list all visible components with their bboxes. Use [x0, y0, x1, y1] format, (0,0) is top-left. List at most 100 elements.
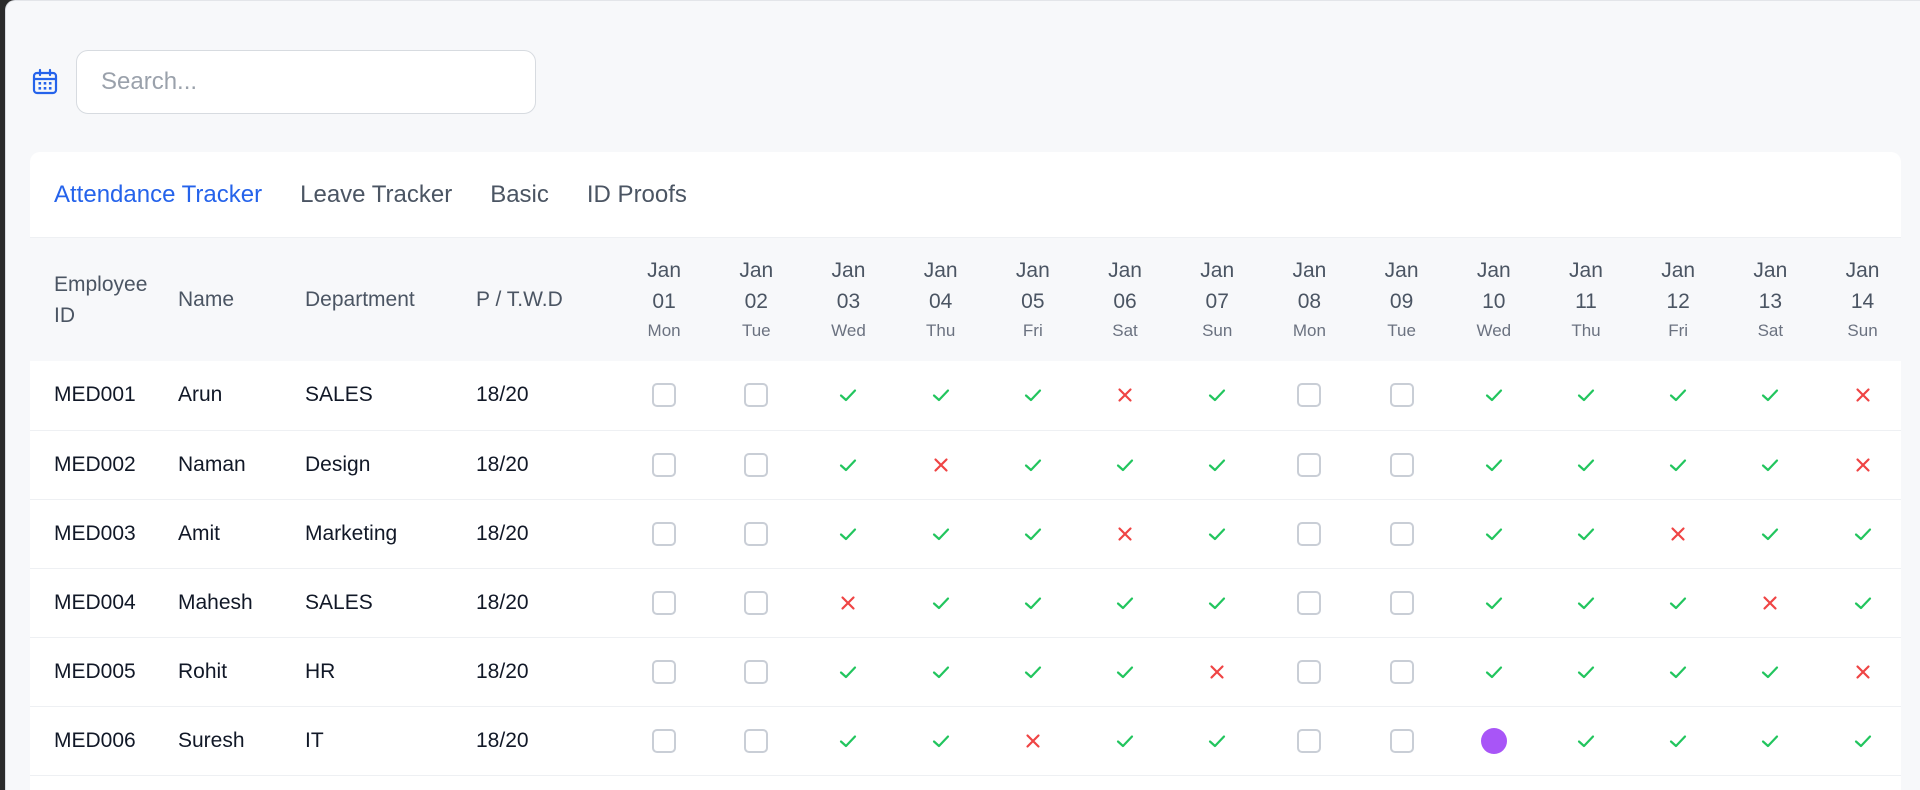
check-icon[interactable] — [1758, 522, 1782, 546]
attendance-cell[interactable] — [1724, 568, 1816, 637]
attendance-cell[interactable] — [618, 706, 710, 775]
attendance-cell[interactable] — [1724, 361, 1816, 430]
attendance-cell[interactable] — [1079, 430, 1171, 499]
attendance-cell[interactable] — [1816, 499, 1901, 568]
attendance-checkbox[interactable] — [652, 728, 677, 753]
attendance-cell[interactable] — [618, 637, 710, 706]
attendance-cell[interactable] — [1540, 430, 1632, 499]
attendance-cell[interactable] — [1540, 568, 1632, 637]
check-icon[interactable] — [1205, 453, 1229, 477]
attendance-checkbox[interactable] — [652, 452, 677, 477]
attendance-checkbox[interactable] — [1389, 728, 1414, 753]
col-header-employee-id[interactable]: Employee ID — [30, 238, 178, 361]
attendance-cell[interactable] — [1356, 499, 1448, 568]
attendance-checkbox[interactable] — [744, 521, 769, 546]
attendance-cell[interactable] — [1448, 568, 1540, 637]
table-row[interactable]: MED006 Suresh IT 18/20 — [30, 706, 1901, 775]
attendance-cell[interactable] — [895, 706, 987, 775]
attendance-cell[interactable] — [710, 430, 802, 499]
table-row[interactable]: MED002 Naman Design 18/20 — [30, 430, 1901, 499]
attendance-cell[interactable] — [1171, 499, 1263, 568]
attendance-cell[interactable] — [710, 637, 802, 706]
search-input[interactable] — [76, 50, 536, 114]
x-icon[interactable] — [1758, 591, 1782, 615]
col-header-name[interactable]: Name — [178, 238, 305, 361]
check-icon[interactable] — [1758, 383, 1782, 407]
attendance-checkbox[interactable] — [744, 590, 769, 615]
check-icon[interactable] — [929, 729, 953, 753]
table-row[interactable]: MED004 Mahesh SALES 18/20 — [30, 568, 1901, 637]
check-icon[interactable] — [836, 729, 860, 753]
table-row[interactable]: MED003 Amit Marketing 18/20 — [30, 499, 1901, 568]
x-icon[interactable] — [1113, 522, 1137, 546]
check-icon[interactable] — [1205, 729, 1229, 753]
check-icon[interactable] — [929, 591, 953, 615]
col-header-department[interactable]: Department — [305, 238, 476, 361]
attendance-cell[interactable] — [987, 568, 1079, 637]
check-icon[interactable] — [929, 522, 953, 546]
check-icon[interactable] — [1666, 729, 1690, 753]
check-icon[interactable] — [836, 660, 860, 684]
attendance-cell[interactable] — [1632, 361, 1724, 430]
check-icon[interactable] — [1482, 591, 1506, 615]
attendance-cell[interactable] — [895, 637, 987, 706]
attendance-cell[interactable] — [1079, 499, 1171, 568]
check-icon[interactable] — [1666, 591, 1690, 615]
attendance-checkbox[interactable] — [1389, 521, 1414, 546]
attendance-cell[interactable] — [1171, 430, 1263, 499]
attendance-cell[interactable] — [1356, 430, 1448, 499]
x-icon[interactable] — [1113, 383, 1137, 407]
calendar-icon[interactable] — [30, 67, 60, 97]
attendance-cell[interactable] — [710, 499, 802, 568]
check-icon[interactable] — [1574, 522, 1598, 546]
check-icon[interactable] — [1851, 729, 1875, 753]
attendance-cell[interactable] — [1263, 568, 1355, 637]
attendance-cell[interactable] — [710, 568, 802, 637]
check-icon[interactable] — [1482, 522, 1506, 546]
attendance-cell[interactable] — [1356, 361, 1448, 430]
attendance-cell[interactable] — [1540, 637, 1632, 706]
attendance-cell[interactable] — [1263, 637, 1355, 706]
check-icon[interactable] — [1758, 453, 1782, 477]
check-icon[interactable] — [1574, 591, 1598, 615]
attendance-checkbox[interactable] — [744, 728, 769, 753]
attendance-cell[interactable] — [1816, 706, 1901, 775]
check-icon[interactable] — [1113, 453, 1137, 477]
attendance-cell[interactable] — [1540, 706, 1632, 775]
attendance-cell[interactable] — [987, 430, 1079, 499]
check-icon[interactable] — [1574, 660, 1598, 684]
attendance-cell[interactable] — [987, 499, 1079, 568]
attendance-cell[interactable] — [1263, 361, 1355, 430]
attendance-cell[interactable] — [1448, 499, 1540, 568]
attendance-cell[interactable] — [1816, 430, 1901, 499]
attendance-cell[interactable] — [987, 706, 1079, 775]
attendance-checkbox[interactable] — [1297, 590, 1322, 615]
col-header-ptwd[interactable]: P / T.W.D — [476, 238, 618, 361]
attendance-cell[interactable] — [1079, 637, 1171, 706]
attendance-checkbox[interactable] — [1297, 728, 1322, 753]
attendance-cell[interactable] — [1263, 706, 1355, 775]
check-icon[interactable] — [1666, 660, 1690, 684]
attendance-cell[interactable] — [1724, 430, 1816, 499]
attendance-cell[interactable] — [1816, 637, 1901, 706]
attendance-cell[interactable] — [1816, 361, 1901, 430]
attendance-cell[interactable] — [1816, 568, 1901, 637]
attendance-cell[interactable] — [1632, 637, 1724, 706]
attendance-checkbox[interactable] — [1297, 521, 1322, 546]
check-icon[interactable] — [1482, 660, 1506, 684]
attendance-checkbox[interactable] — [652, 521, 677, 546]
x-icon[interactable] — [836, 591, 860, 615]
attendance-cell[interactable] — [1079, 568, 1171, 637]
x-icon[interactable] — [1021, 729, 1045, 753]
attendance-cell[interactable] — [1540, 361, 1632, 430]
attendance-cell[interactable] — [1448, 430, 1540, 499]
attendance-cell[interactable] — [1263, 499, 1355, 568]
tab-id-proofs[interactable]: ID Proofs — [587, 181, 687, 209]
check-icon[interactable] — [1205, 522, 1229, 546]
check-icon[interactable] — [836, 453, 860, 477]
attendance-cell[interactable] — [802, 637, 894, 706]
x-icon[interactable] — [1666, 522, 1690, 546]
check-icon[interactable] — [1851, 522, 1875, 546]
check-icon[interactable] — [1021, 591, 1045, 615]
attendance-cell[interactable] — [1632, 499, 1724, 568]
